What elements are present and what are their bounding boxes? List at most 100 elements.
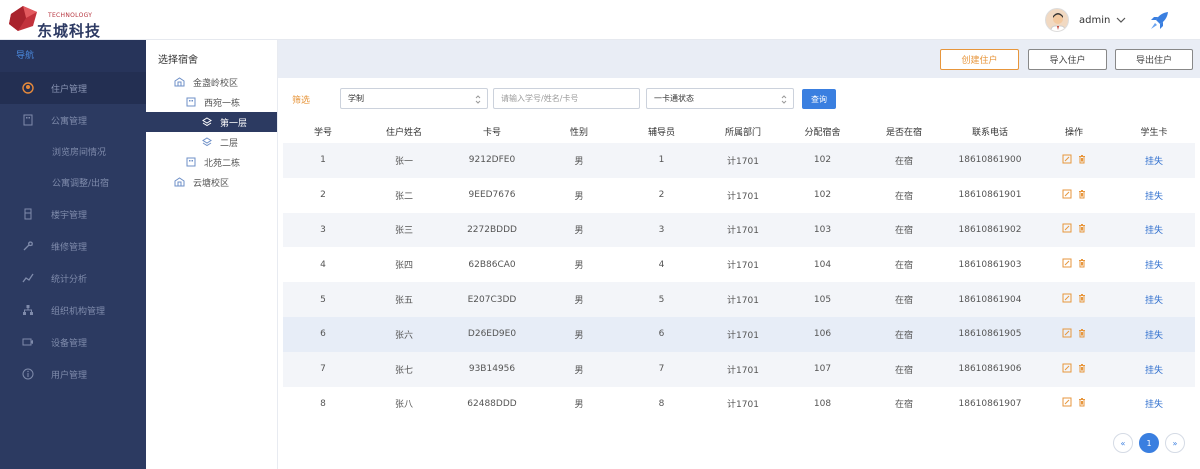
- export-residents-button[interactable]: 导出住户: [1115, 49, 1193, 70]
- col-header[interactable]: 是否在宿: [863, 119, 945, 143]
- company-logo[interactable]: TECHNOLOGY 东城科技: [4, 2, 124, 40]
- table-row[interactable]: 4 张四 62B86CA0 男 4 计1701 104 在宿 18610861903 挂失: [283, 247, 1195, 282]
- col-header[interactable]: 卡号: [445, 119, 539, 143]
- report-loss-link[interactable]: 挂失: [1113, 351, 1195, 387]
- row-actions: [1035, 351, 1113, 387]
- table-cell: 张二: [394, 191, 413, 202]
- card-status-select[interactable]: 一卡通状态: [646, 88, 794, 109]
- report-loss-link[interactable]: 挂失: [1113, 178, 1195, 213]
- table-row[interactable]: 7 张七 93B14956 男 7 计1701 107 在宿 18610861906 挂失: [283, 351, 1195, 387]
- sidebar-item-devices[interactable]: 设备管理: [0, 326, 146, 358]
- edit-icon[interactable]: [1062, 258, 1072, 271]
- trash-icon[interactable]: [1077, 328, 1087, 341]
- edit-icon[interactable]: [1062, 189, 1072, 202]
- filter-bar: 筛选 学制 请输入学号/姓名/卡号 一卡通状态 查询: [278, 88, 1200, 110]
- campus-icon: [174, 177, 185, 187]
- trash-icon[interactable]: [1077, 363, 1087, 376]
- tree-node-campus-2[interactable]: 云塘校区: [174, 172, 229, 192]
- table-cell: 102: [813, 190, 832, 201]
- table-row[interactable]: 5 张五 E207C3DD 男 5 计1701 105 在宿 18610861904 挂失: [283, 282, 1195, 317]
- table-row[interactable]: 6 张六 D26ED9E0 男 6 计1701 106 在宿 18610861905 挂失: [283, 316, 1195, 352]
- table-cell: 张六: [363, 316, 445, 352]
- import-residents-button[interactable]: 导入住户: [1028, 49, 1107, 70]
- avatar[interactable]: [1045, 8, 1069, 32]
- chevron-down-icon[interactable]: [1116, 17, 1126, 23]
- sidebar-item-adjust-checkout[interactable]: 公寓调整/出宿: [0, 167, 146, 198]
- tree-node-building-1[interactable]: 西宛一栋: [186, 92, 240, 112]
- table-cell: 2: [320, 190, 326, 201]
- col-header[interactable]: 分配宿舍: [782, 119, 863, 143]
- user-menu[interactable]: admin: [1045, 8, 1126, 32]
- trash-icon[interactable]: [1077, 293, 1087, 306]
- sidebar-item-label: 用户管理: [51, 370, 88, 381]
- table-cell: 8: [658, 398, 665, 409]
- report-loss-link[interactable]: 挂失: [1113, 282, 1195, 317]
- page-1-button[interactable]: 1: [1139, 433, 1159, 453]
- sidebar-item-organization[interactable]: 组织机构管理: [0, 294, 146, 326]
- edit-icon[interactable]: [1062, 154, 1072, 167]
- prev-page-button[interactable]: «: [1113, 433, 1133, 453]
- sidebar-item-apartments[interactable]: 公寓管理: [0, 104, 146, 136]
- report-loss-link[interactable]: 挂失: [1113, 143, 1195, 178]
- tree-node-floor-2[interactable]: 二层: [202, 132, 238, 152]
- edit-icon[interactable]: [1062, 363, 1072, 376]
- col-header[interactable]: 住户姓名: [363, 119, 445, 143]
- col-header[interactable]: 辅导员: [619, 119, 704, 143]
- edit-icon[interactable]: [1062, 223, 1072, 236]
- sidebar-item-repairs[interactable]: 维修管理: [0, 230, 146, 262]
- table-row[interactable]: 3 张三 2272BDDD 男 3 计1701 103 在宿 18610861902 挂失: [283, 212, 1195, 248]
- tree-node-campus-1[interactable]: 金盏岭校区: [174, 72, 238, 92]
- col-header[interactable]: 联系电话: [945, 119, 1035, 143]
- table-cell: 1: [283, 143, 363, 178]
- table-row[interactable]: 2 张二 9EED7676 男 2 计1701 102 在宿 18610861901 挂失: [283, 178, 1195, 213]
- sidebar-item-browse-rooms[interactable]: 浏览房间情况: [0, 136, 146, 167]
- trash-icon[interactable]: [1077, 154, 1087, 167]
- row-actions: [1035, 212, 1113, 248]
- table-cell: 在宿: [863, 212, 945, 248]
- trash-icon[interactable]: [1077, 189, 1087, 202]
- trash-icon[interactable]: [1077, 223, 1087, 236]
- report-loss-link[interactable]: 挂失: [1113, 387, 1195, 422]
- tree-node-floor-1[interactable]: 第一层: [146, 112, 277, 132]
- search-input[interactable]: 请输入学号/姓名/卡号: [493, 88, 640, 109]
- table-cell: 18610861902: [945, 212, 1035, 248]
- create-resident-button[interactable]: 创建住户: [940, 49, 1019, 70]
- edit-icon[interactable]: [1062, 293, 1072, 306]
- col-header[interactable]: 学号: [283, 119, 363, 143]
- edit-icon[interactable]: [1062, 328, 1072, 341]
- sidebar-item-buildings[interactable]: 楼宇管理: [0, 198, 146, 230]
- col-header[interactable]: 所属部门: [704, 119, 782, 143]
- sidebar-item-users[interactable]: 用户管理: [0, 358, 146, 390]
- table-cell: 2272BDDD: [445, 212, 539, 248]
- type-select[interactable]: 学制: [340, 88, 488, 109]
- table-cell: 103: [782, 212, 863, 248]
- query-button[interactable]: 查询: [802, 89, 836, 109]
- org-icon: [22, 304, 34, 316]
- table-row[interactable]: 1 张一 9212DFE0 男 1 计1701 102 在宿 18610861900 挂失: [283, 143, 1195, 178]
- edit-icon[interactable]: [1062, 397, 1072, 410]
- table-cell: 张八: [394, 400, 413, 411]
- sidebar: 导航 住户管理 公寓管理 浏览房间情况 公寓调整/出宿 楼宇管理 维修管理 统计…: [0, 40, 146, 469]
- sidebar-item-statistics[interactable]: 统计分析: [0, 262, 146, 294]
- table-cell: 62488DDD: [467, 398, 517, 409]
- col-header[interactable]: 性别: [539, 119, 619, 143]
- table-cell: 5: [283, 282, 363, 317]
- report-loss-link[interactable]: 挂失: [1113, 316, 1195, 352]
- rocket-icon[interactable]: [1148, 10, 1170, 32]
- sidebar-item-label: 组织机构管理: [51, 306, 106, 317]
- table-cell: 男: [539, 212, 619, 248]
- tree-node-building-2[interactable]: 北苑二栋: [186, 152, 240, 172]
- trash-icon[interactable]: [1077, 258, 1087, 271]
- tree-node-label: 西宛一栋: [204, 98, 241, 109]
- next-page-button[interactable]: »: [1165, 433, 1185, 453]
- sidebar-item-residents[interactable]: 住户管理: [0, 72, 146, 104]
- col-header: 学生卡: [1140, 127, 1168, 138]
- trash-icon[interactable]: [1077, 397, 1087, 410]
- report-loss-link[interactable]: 挂失: [1113, 212, 1195, 248]
- tree-node-label: 金盏岭校区: [193, 78, 239, 89]
- select-arrows-icon: [475, 95, 481, 104]
- table-cell: 102: [782, 143, 863, 178]
- table-row[interactable]: 8 张八 62488DDD 男 8 计1701 108 在宿 18610861907 挂失: [283, 387, 1195, 422]
- report-loss-link[interactable]: 挂失: [1113, 247, 1195, 282]
- username[interactable]: admin: [1079, 15, 1110, 26]
